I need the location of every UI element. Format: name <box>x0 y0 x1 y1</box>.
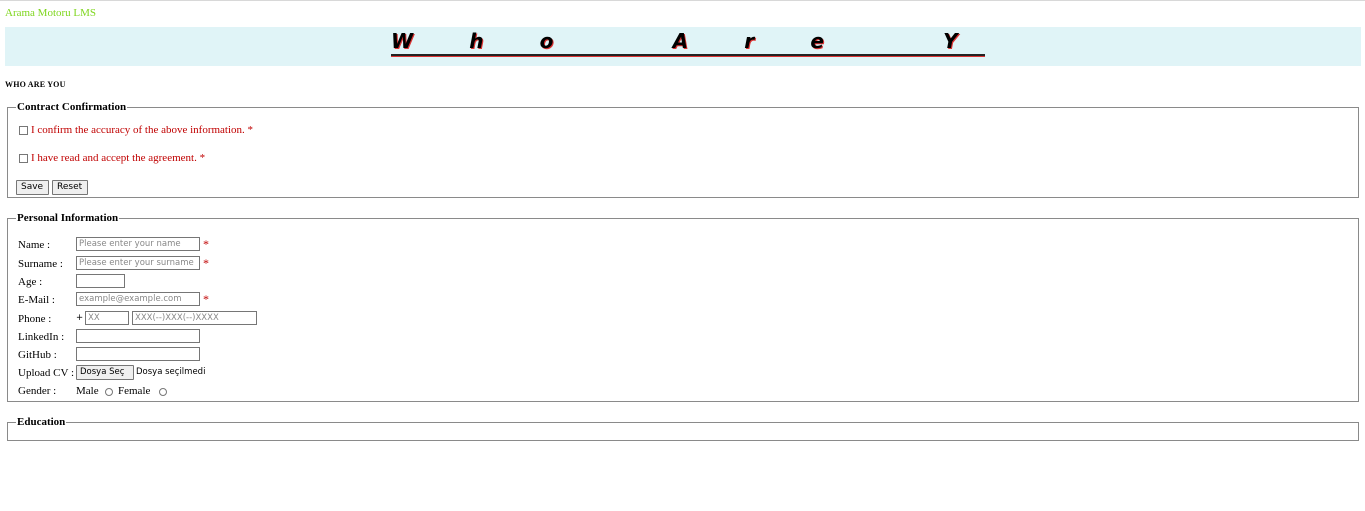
accept-agreement-label: I have read and accept the agreement. * <box>31 152 206 164</box>
reset-button[interactable]: Reset <box>52 180 88 195</box>
page-subheading: WHO ARE YOU <box>5 80 66 89</box>
top-divider <box>0 0 1365 1</box>
female-label: Female <box>118 385 151 397</box>
upload-cv-label: Upload CV : <box>18 367 75 379</box>
phone-label: Phone : <box>18 313 52 325</box>
phone-plus-sign: + <box>76 313 84 323</box>
linkedin-input[interactable] <box>76 329 200 343</box>
contract-confirmation-fieldset: Contract Confirmation I confirm the accu… <box>7 101 1359 198</box>
female-radio[interactable] <box>159 388 167 396</box>
male-radio[interactable] <box>105 388 113 396</box>
age-label: Age : <box>18 276 43 288</box>
age-input[interactable] <box>76 274 125 288</box>
header-banner: W h o A r e Y o u ? <box>5 27 1361 66</box>
phone-code-input[interactable]: XX <box>85 311 129 325</box>
surname-required-mark: * <box>203 256 209 270</box>
github-label: GitHub : <box>18 349 57 361</box>
email-required-mark: * <box>203 292 209 306</box>
personal-information-fieldset: Personal Information Name : Please enter… <box>7 212 1359 402</box>
name-label: Name : <box>18 239 51 251</box>
email-label: E-Mail : <box>18 294 55 306</box>
file-choose-button[interactable]: Dosya Seç <box>76 365 134 380</box>
education-fieldset: Education <box>7 416 1359 441</box>
contract-legend: Contract Confirmation <box>17 101 127 113</box>
github-input[interactable] <box>76 347 200 361</box>
name-input[interactable]: Please enter your name <box>76 237 200 251</box>
name-required-mark: * <box>203 237 209 251</box>
education-legend: Education <box>17 416 66 428</box>
brand-link[interactable]: Arama Motoru LMS <box>5 7 96 19</box>
surname-label: Surname : <box>18 258 63 270</box>
confirm-accuracy-checkbox[interactable] <box>19 126 28 135</box>
save-button[interactable]: Save <box>16 180 49 195</box>
confirm-accuracy-label: I confirm the accuracy of the above info… <box>31 124 254 136</box>
banner-title: W h o A r e Y o u ? <box>391 31 985 56</box>
phone-number-input[interactable]: XXX(--)XXX(--)XXXX <box>132 311 257 325</box>
gender-label: Gender : <box>18 385 57 397</box>
male-label: Male <box>76 385 99 397</box>
accept-agreement-checkbox[interactable] <box>19 154 28 163</box>
personal-legend: Personal Information <box>17 212 119 224</box>
email-input[interactable]: example@example.com <box>76 292 200 306</box>
file-status-text: Dosya seçilmedi <box>136 367 206 377</box>
surname-input[interactable]: Please enter your surname <box>76 256 200 270</box>
linkedin-label: LinkedIn : <box>18 331 65 343</box>
